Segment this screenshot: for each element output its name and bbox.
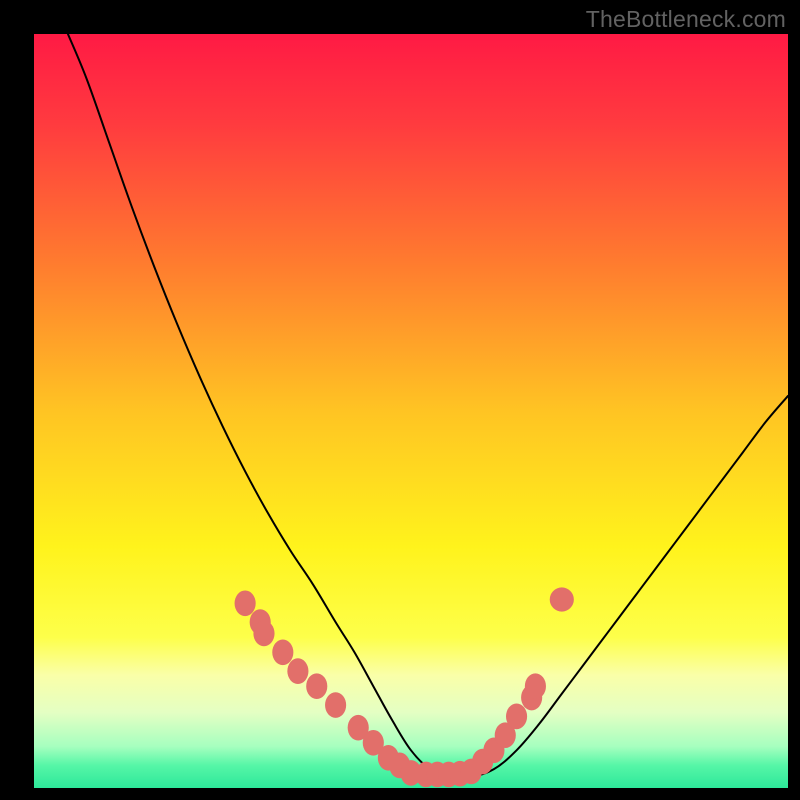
data-point — [287, 658, 308, 684]
data-point — [506, 704, 527, 730]
data-point — [325, 692, 346, 718]
plot-area — [34, 34, 788, 788]
watermark-text: TheBottleneck.com — [586, 6, 786, 33]
data-point — [525, 673, 546, 699]
chart-container: TheBottleneck.com — [0, 0, 800, 800]
data-point — [550, 587, 574, 611]
data-point — [306, 673, 327, 699]
gradient-background — [34, 34, 788, 788]
data-point — [253, 621, 274, 647]
data-point — [235, 590, 256, 616]
data-point — [272, 639, 293, 665]
bottleneck-chart — [34, 34, 788, 788]
